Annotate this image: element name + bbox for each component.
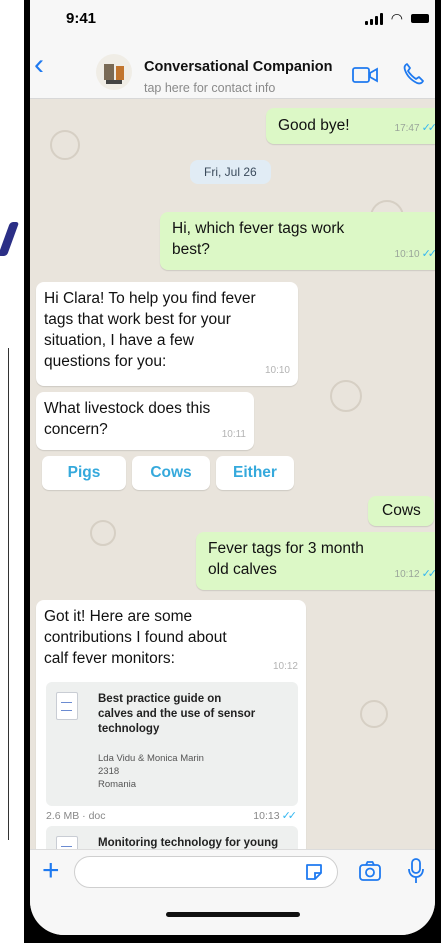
message-line: Fever tags for 3 month — [208, 540, 364, 557]
document-country: Romania — [98, 779, 137, 790]
document-title-line: Best practice guide on — [98, 693, 222, 705]
document-details: Lda Vidu & Monica Marin 2318 Romania — [98, 752, 204, 791]
quick-reply-pigs[interactable]: Pigs — [42, 456, 126, 490]
message-line: best? — [172, 241, 210, 258]
outgoing-message: Fever tags for 3 month old calves 10:12 ✓… — [196, 532, 435, 590]
read-ticks-icon: ✓✓ — [421, 248, 435, 260]
message-line: old calves — [208, 561, 277, 578]
wallpaper-doodle — [90, 520, 116, 546]
message-time: 10:11 — [221, 429, 246, 440]
incoming-message: Hi Clara! To help you find fever tags th… — [36, 282, 298, 386]
signal-icon — [365, 13, 383, 25]
document-icon — [56, 692, 78, 720]
contact-name[interactable]: Conversational Companion — [144, 59, 333, 75]
message-input-bar: + — [30, 849, 435, 935]
status-time: 9:41 — [66, 10, 97, 27]
message-text: Good bye! — [278, 117, 350, 134]
message-line: What livestock does this — [44, 400, 211, 417]
document-attachment[interactable]: Best practice guide on calves and the us… — [46, 682, 298, 806]
message-line: questions for you: — [44, 353, 167, 370]
phone-call-icon[interactable] — [402, 62, 424, 91]
message-line: contributions I found about — [44, 629, 227, 646]
sticker-icon[interactable] — [304, 862, 324, 887]
plus-icon[interactable]: + — [42, 856, 60, 886]
incoming-message: What livestock does this concern? 10:11 — [36, 392, 254, 450]
message-input[interactable] — [74, 856, 338, 888]
document-title: Best practice guide on calves and the us… — [98, 692, 255, 737]
avatar[interactable] — [96, 54, 132, 90]
status-bar: 9:41 ◠ — [30, 0, 435, 36]
page-edge-decoration — [0, 0, 24, 943]
decorative-line — [8, 348, 9, 840]
quick-reply-either[interactable]: Either — [216, 456, 294, 490]
document-title-line: calves and the use of sensor — [98, 708, 256, 720]
microphone-icon[interactable] — [408, 858, 424, 889]
message-time: 10:12 — [394, 569, 420, 580]
date-separator: Fri, Jul 26 — [190, 160, 271, 184]
document-meta: 10:13 ✓✓ — [253, 806, 298, 827]
message-line: situation, I have a few — [44, 332, 194, 349]
document-author: Lda Vidu & Monica Marin — [98, 753, 204, 764]
wallpaper-doodle — [360, 700, 388, 728]
wifi-icon: ◠ — [390, 10, 403, 26]
quick-reply-cows[interactable]: Cows — [132, 456, 210, 490]
read-ticks-icon: ✓✓ — [421, 122, 435, 134]
message-line: calf fever monitors: — [44, 650, 175, 667]
video-call-icon[interactable] — [352, 66, 378, 89]
message-meta: 17:47 ✓✓ — [394, 118, 435, 139]
incoming-message: Got it! Here are some contributions I fo… — [36, 600, 306, 886]
battery-icon — [411, 14, 429, 23]
message-line: Got it! Here are some — [44, 608, 193, 625]
message-time: 17:47 — [394, 123, 420, 134]
phone-frame: 9:41 ◠ ‹ Conversational Companion tap he… — [24, 0, 441, 943]
read-ticks-icon: ✓✓ — [421, 568, 435, 580]
message-text: Cows — [382, 502, 421, 519]
message-line: concern? — [44, 421, 108, 438]
outgoing-message: Hi, which fever tags work best? 10:10 ✓✓ — [160, 212, 435, 270]
chat-header: ‹ Conversational Companion tap here for … — [30, 36, 435, 99]
chevron-left-icon[interactable]: ‹ — [34, 50, 44, 80]
document-time: 10:13 — [253, 810, 280, 822]
message-time: 10:12 — [272, 661, 298, 672]
wallpaper-doodle — [50, 130, 80, 160]
outgoing-message: Good bye! 17:47 ✓✓ — [266, 108, 435, 144]
home-indicator[interactable] — [166, 912, 300, 917]
decorative-stroke — [0, 222, 20, 256]
message-line: Hi, which fever tags work — [172, 220, 345, 237]
document-size: 2.6 MB · doc — [46, 810, 106, 822]
document-footer: 2.6 MB · doc 10:13 ✓✓ — [46, 806, 298, 822]
message-time: 10:10 — [264, 365, 290, 376]
message-meta: 10:10 ✓✓ — [394, 244, 435, 265]
wallpaper-doodle — [330, 380, 362, 412]
message-meta: 10:12 ✓✓ — [394, 564, 435, 585]
document-title-line: technology — [98, 723, 160, 735]
contact-subtitle[interactable]: tap here for contact info — [144, 81, 275, 95]
chat-screen: 9:41 ◠ ‹ Conversational Companion tap he… — [30, 0, 435, 935]
message-line: tags that work best for your — [44, 311, 231, 328]
document-year: 2318 — [98, 766, 120, 777]
read-ticks-icon: ✓✓ — [281, 810, 298, 822]
message-line: Hi Clara! To help you find fever — [44, 290, 256, 307]
message-time: 10:10 — [394, 249, 420, 260]
camera-icon[interactable] — [358, 860, 382, 887]
outgoing-message: Cows — [368, 496, 434, 526]
